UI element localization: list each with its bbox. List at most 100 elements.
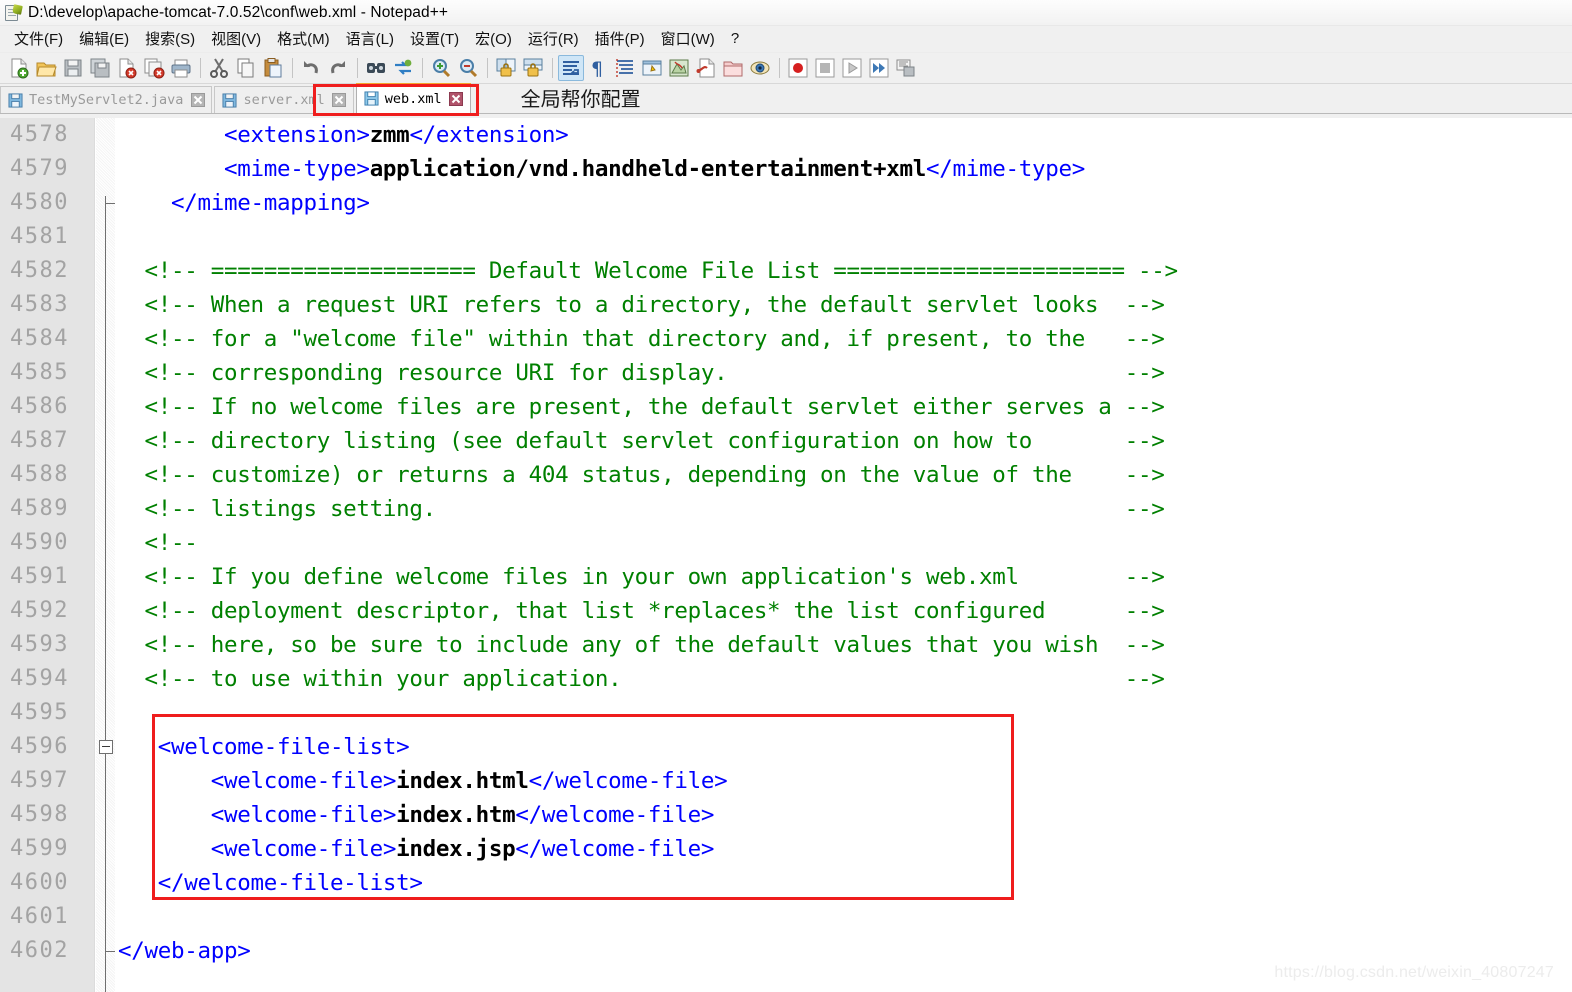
new-file-icon[interactable] [6,55,32,81]
code-line[interactable]: 4581 [0,220,1572,254]
menu-run[interactable]: 运行(R) [520,26,587,52]
copy-icon[interactable] [233,55,259,81]
menu-format[interactable]: 格式(M) [269,26,338,52]
line-number: 4592 [10,598,69,623]
sync-vertical-scroll-icon[interactable] [493,55,519,81]
record-macro-icon[interactable] [785,55,811,81]
stop-recording-icon[interactable] [812,55,838,81]
play-macro-icon[interactable] [839,55,865,81]
open-file-icon[interactable] [33,55,59,81]
menu-search[interactable]: 搜索(S) [137,26,203,52]
close-icon[interactable] [332,93,347,108]
monitoring-icon[interactable] [747,55,773,81]
code-text: </mime-mapping> [118,190,370,216]
code-line[interactable]: 4578 <extension>zmm</extension> [0,118,1572,152]
line-number: 4582 [10,258,69,283]
line-number: 4586 [10,394,69,419]
line-number: 4578 [10,122,69,147]
menu-language[interactable]: 语言(L) [338,26,402,52]
code-text: <!-- If you define welcome files in your… [118,564,1165,590]
run-macro-multiple-icon[interactable] [866,55,892,81]
cut-icon[interactable] [206,55,232,81]
code-line[interactable]: 4595 [0,696,1572,730]
code-text: <welcome-file>index.jsp</welcome-file> [118,836,715,862]
window-title: D:\develop\apache-tomcat-7.0.52\conf\web… [28,3,449,21]
code-line[interactable]: 4597 <welcome-file>index.html</welcome-f… [0,764,1572,798]
folder-as-workspace-icon[interactable] [720,55,746,81]
code-line[interactable]: 4594 <!-- to use within your application… [0,662,1572,696]
code-text: <!-- deployment descriptor, that list *r… [118,598,1165,624]
zoom-out-icon[interactable] [455,55,481,81]
code-line[interactable]: 4580 </mime-mapping> [0,186,1572,220]
save-macro-icon[interactable] [893,55,919,81]
menu-view[interactable]: 视图(V) [203,26,269,52]
code-line[interactable]: 4585 <!-- corresponding resource URI for… [0,356,1572,390]
save-all-icon[interactable] [87,55,113,81]
user-defined-language-icon[interactable] [639,55,665,81]
code-line[interactable]: 4592 <!-- deployment descriptor, that li… [0,594,1572,628]
menu-macro[interactable]: 宏(O) [467,26,520,52]
line-number: 4589 [10,496,69,521]
code-text: <!-- listings setting. --> [118,496,1165,522]
menu-settings[interactable]: 设置(T) [402,26,467,52]
tab-label: web.xml [384,90,442,107]
save-icon[interactable] [60,55,86,81]
notepadpp-window: D:\develop\apache-tomcat-7.0.52\conf\web… [0,0,1572,992]
find-icon[interactable] [363,55,389,81]
code-line[interactable]: 4601 [0,900,1572,934]
code-text: <!-- to use within your application. --> [118,666,1165,692]
tab-web-xml[interactable]: web.xml [355,83,471,113]
undo-icon[interactable] [298,55,324,81]
code-line[interactable]: 4584 <!-- for a "welcome file" within th… [0,322,1572,356]
line-number: 4600 [10,870,69,895]
code-line[interactable]: 4600 </welcome-file-list> [0,866,1572,900]
code-line[interactable]: 4599 <welcome-file>index.jsp</welcome-fi… [0,832,1572,866]
code-line[interactable]: 4586 <!-- If no welcome files are presen… [0,390,1572,424]
menu-bar: 文件(F) 编辑(E) 搜索(S) 视图(V) 格式(M) 语言(L) 设置(T… [0,26,1572,53]
menu-help[interactable]: ? [723,28,747,50]
tab-testmyservlet2-java[interactable]: TestMyServlet2.java [0,86,213,113]
close-icon[interactable] [449,91,464,106]
menu-file[interactable]: 文件(F) [6,26,71,52]
code-line[interactable]: 4598 <welcome-file>index.htm</welcome-fi… [0,798,1572,832]
zoom-in-icon[interactable] [428,55,454,81]
line-number: 4594 [10,666,69,691]
code-editor[interactable]: 4578 <extension>zmm</extension> 4579 <mim… [0,118,1572,992]
replace-icon[interactable] [390,55,416,81]
line-number: 4587 [10,428,69,453]
code-line[interactable]: 4588 <!-- customize) or returns a 404 st… [0,458,1572,492]
close-all-icon[interactable] [141,55,167,81]
menu-window[interactable]: 窗口(W) [653,26,723,52]
code-line[interactable]: 4602 </web-app> [0,934,1572,968]
menu-plugins[interactable]: 插件(P) [587,26,653,52]
word-wrap-icon[interactable] [558,55,584,81]
toolbar-separator [779,58,780,78]
code-line[interactable]: 4593 <!-- here, so be sure to include an… [0,628,1572,662]
print-icon[interactable] [168,55,194,81]
paste-icon[interactable] [260,55,286,81]
document-map-icon[interactable] [666,55,692,81]
code-text: </welcome-file-list> [118,870,423,896]
indent-guide-icon[interactable] [612,55,638,81]
show-all-characters-icon[interactable]: ¶ [585,55,611,81]
code-line[interactable]: 4582 <!-- ==================== Default W… [0,254,1572,288]
notepad-plus-plus-icon [4,3,23,22]
sync-horizontal-scroll-icon[interactable] [520,55,546,81]
code-line[interactable]: 4583 <!-- When a request URI refers to a… [0,288,1572,322]
function-list-icon[interactable] [693,55,719,81]
tab-server-xml[interactable]: server.xml [214,86,354,113]
code-line[interactable]: 4587 <!-- directory listing (see default… [0,424,1572,458]
code-line[interactable]: 4589 <!-- listings setting. --> [0,492,1572,526]
code-line[interactable]: 4590 <!-- [0,526,1572,560]
redo-icon[interactable] [325,55,351,81]
tab-label: server.xml [243,92,325,108]
close-file-icon[interactable] [114,55,140,81]
fold-collapse-box[interactable] [99,740,113,754]
code-line[interactable]: 4596 <welcome-file-list> [0,730,1572,764]
menu-edit[interactable]: 编辑(E) [71,26,137,52]
code-line[interactable]: 4579 <mime-type>application/vnd.handheld… [0,152,1572,186]
code-line[interactable]: 4591 <!-- If you define welcome files in… [0,560,1572,594]
toolbar-separator [487,58,488,78]
close-icon[interactable] [190,93,205,108]
fold-marker-end [105,951,115,952]
